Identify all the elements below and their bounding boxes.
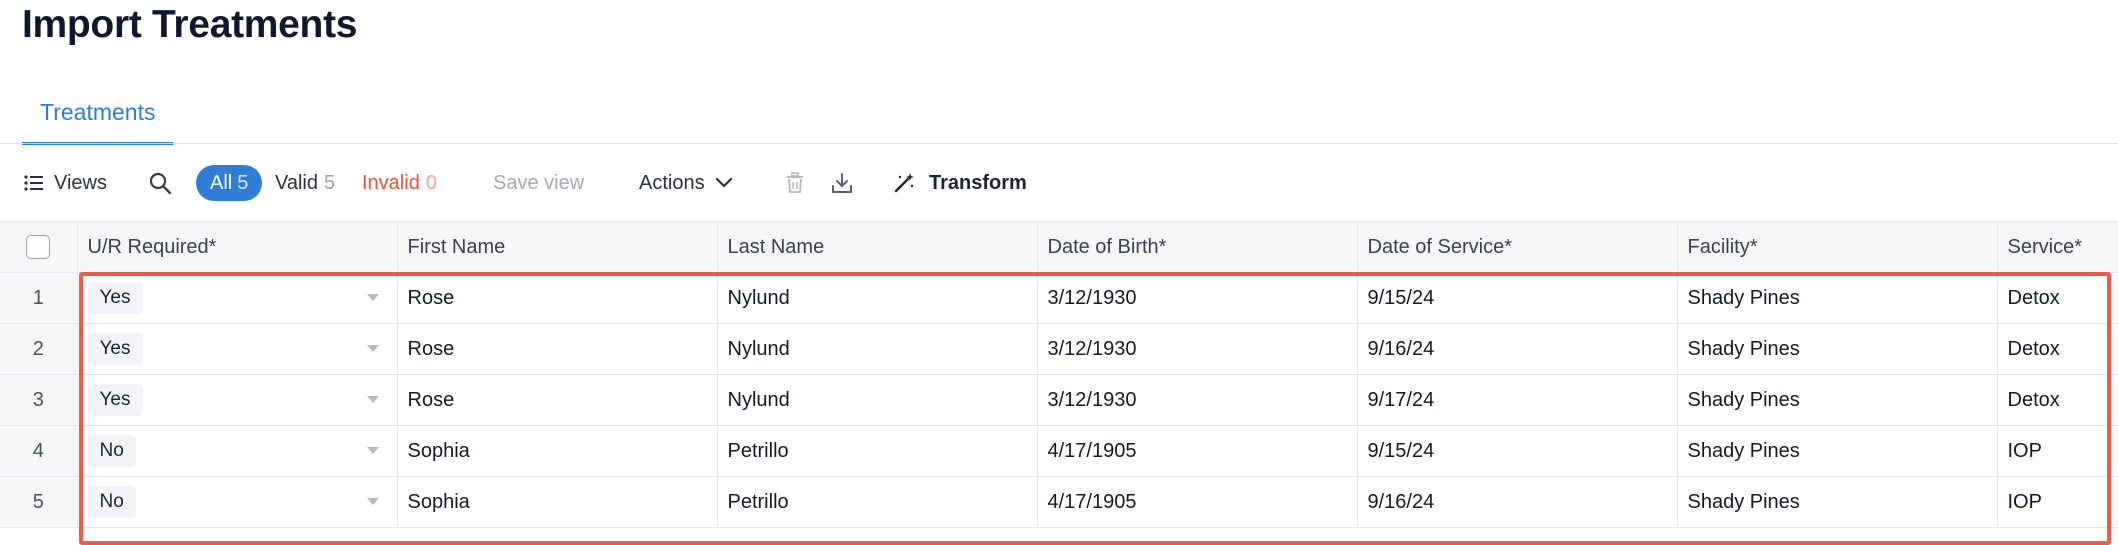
caret-down-icon (366, 345, 379, 352)
date-of-birth-cell[interactable]: 4/17/1905 (1037, 476, 1358, 528)
transform-label: Transform (929, 171, 1027, 194)
service-cell[interactable]: IOP (1997, 476, 2118, 528)
transform-button[interactable]: Transform (893, 152, 1027, 214)
treatments-table: U/R Required* First Name Last Name Date … (0, 221, 2118, 528)
caret-down-icon (366, 294, 379, 301)
views-button[interactable]: Views (24, 152, 107, 214)
ur-required-select[interactable]: Yes (77, 272, 398, 324)
service-cell[interactable]: IOP (1997, 425, 2118, 477)
row-number: 3 (0, 374, 78, 426)
service-cell[interactable]: Detox (1997, 272, 2118, 324)
facility-cell[interactable]: Shady Pines (1677, 272, 1998, 324)
caret-down-icon (366, 396, 379, 403)
select-all-checkbox[interactable] (26, 235, 51, 259)
delete-button[interactable] (786, 152, 804, 214)
first-name-cell[interactable]: Sophia (397, 476, 718, 528)
ur-required-value: No (87, 486, 136, 518)
filter-valid-label: Valid (275, 171, 318, 194)
date-of-service-cell[interactable]: 9/15/24 (1357, 272, 1678, 324)
trash-icon (787, 172, 803, 193)
service-cell[interactable]: Detox (1997, 374, 2118, 426)
table-row: 4 No Sophia Petrillo 4/17/1905 9/15/24 S… (0, 425, 2118, 477)
search-icon (149, 172, 172, 195)
chevron-down-icon (715, 177, 732, 188)
table-row: 1 Yes Rose Nylund 3/12/1930 9/15/24 Shad… (0, 272, 2118, 324)
column-header-date-of-birth[interactable]: Date of Birth* (1037, 221, 1358, 273)
last-name-cell[interactable]: Petrillo (717, 425, 1038, 477)
date-of-birth-cell[interactable]: 3/12/1930 (1037, 272, 1358, 324)
ur-required-value: Yes (87, 384, 143, 416)
tab-bar: Treatments (22, 90, 174, 145)
caret-down-icon (366, 447, 379, 454)
date-of-service-cell[interactable]: 9/17/24 (1357, 374, 1678, 426)
views-label: Views (54, 171, 107, 194)
last-name-cell[interactable]: Petrillo (717, 476, 1038, 528)
column-header-service[interactable]: Service* (1997, 221, 2118, 273)
filter-all-label: All (210, 171, 233, 194)
toolbar: Views All 5 Valid 5 Invalid 0 Save view … (0, 152, 2118, 214)
actions-label: Actions (639, 171, 705, 194)
ur-required-value: Yes (87, 333, 143, 365)
download-button[interactable] (831, 152, 853, 214)
service-cell[interactable]: Detox (1997, 323, 2118, 375)
filter-all-pill[interactable]: All 5 (196, 165, 263, 201)
row-number: 2 (0, 323, 78, 375)
facility-cell[interactable]: Shady Pines (1677, 374, 1998, 426)
last-name-cell[interactable]: Nylund (717, 272, 1038, 324)
filter-all-count: 5 (237, 171, 249, 194)
list-icon (24, 175, 43, 191)
column-header-date-of-service[interactable]: Date of Service* (1357, 221, 1678, 273)
column-header-last-name[interactable]: Last Name (717, 221, 1038, 273)
row-number: 1 (0, 272, 78, 324)
table-row: 5 No Sophia Petrillo 4/17/1905 9/16/24 S… (0, 476, 2118, 528)
search-button[interactable] (148, 152, 172, 214)
first-name-cell[interactable]: Rose (397, 272, 718, 324)
date-of-birth-cell[interactable]: 4/17/1905 (1037, 425, 1358, 477)
table-row: 3 Yes Rose Nylund 3/12/1930 9/17/24 Shad… (0, 374, 2118, 426)
first-name-cell[interactable]: Sophia (397, 425, 718, 477)
select-all-cell (0, 221, 78, 273)
facility-cell[interactable]: Shady Pines (1677, 425, 1998, 477)
column-header-ur-required[interactable]: U/R Required* (77, 221, 398, 273)
date-of-service-cell[interactable]: 9/15/24 (1357, 425, 1678, 477)
filter-invalid-count: 0 (425, 171, 437, 194)
download-icon (832, 173, 852, 193)
tabs-divider (0, 143, 2118, 144)
facility-cell[interactable]: Shady Pines (1677, 476, 1998, 528)
date-of-service-cell[interactable]: 9/16/24 (1357, 476, 1678, 528)
magic-wand-icon (894, 173, 914, 193)
first-name-cell[interactable]: Rose (397, 374, 718, 426)
actions-menu-button[interactable]: Actions (639, 152, 733, 214)
table-row: 2 Yes Rose Nylund 3/12/1930 9/16/24 Shad… (0, 323, 2118, 375)
ur-required-select[interactable]: No (77, 425, 398, 477)
caret-down-icon (366, 498, 379, 505)
last-name-cell[interactable]: Nylund (717, 374, 1038, 426)
filter-invalid[interactable]: Invalid 0 (362, 152, 437, 214)
column-header-first-name[interactable]: First Name (397, 221, 718, 273)
table-header-row: U/R Required* First Name Last Name Date … (0, 221, 2118, 273)
page-title: Import Treatments (22, 3, 358, 46)
filter-invalid-label: Invalid (362, 171, 420, 194)
save-view-button[interactable]: Save view (493, 152, 584, 214)
ur-required-value: Yes (87, 282, 143, 314)
filter-valid-count: 5 (324, 171, 336, 194)
tab-treatments[interactable]: Treatments (22, 90, 174, 145)
row-number: 5 (0, 476, 78, 528)
facility-cell[interactable]: Shady Pines (1677, 323, 1998, 375)
ur-required-select[interactable]: No (77, 476, 398, 528)
ur-required-select[interactable]: Yes (77, 374, 398, 426)
row-number: 4 (0, 425, 78, 477)
last-name-cell[interactable]: Nylund (717, 323, 1038, 375)
column-header-facility[interactable]: Facility* (1677, 221, 1998, 273)
date-of-birth-cell[interactable]: 3/12/1930 (1037, 323, 1358, 375)
filter-valid[interactable]: Valid 5 (275, 152, 335, 214)
first-name-cell[interactable]: Rose (397, 323, 718, 375)
date-of-birth-cell[interactable]: 3/12/1930 (1037, 374, 1358, 426)
ur-required-value: No (87, 435, 136, 467)
date-of-service-cell[interactable]: 9/16/24 (1357, 323, 1678, 375)
ur-required-select[interactable]: Yes (77, 323, 398, 375)
